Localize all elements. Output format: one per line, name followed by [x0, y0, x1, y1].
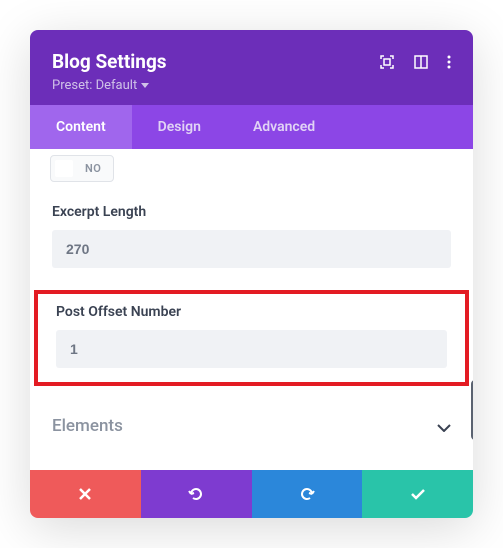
more-icon[interactable] — [447, 54, 451, 70]
undo-button[interactable] — [141, 470, 252, 518]
preset-selector[interactable]: Preset: Default — [52, 78, 149, 93]
toggle-switch[interactable]: NO — [50, 155, 114, 182]
post-offset-label: Post Offset Number — [56, 304, 451, 320]
tab-advanced[interactable]: Advanced — [227, 105, 341, 149]
tab-content[interactable]: Content — [30, 105, 132, 149]
tab-bar: Content Design Advanced — [30, 105, 473, 149]
redo-button[interactable] — [252, 470, 363, 518]
post-offset-input[interactable] — [56, 330, 447, 368]
chevron-down-icon — [437, 417, 451, 436]
excerpt-length-input[interactable] — [52, 230, 451, 268]
modal-title: Blog Settings — [52, 50, 167, 73]
toggle-label: NO — [85, 162, 101, 175]
excerpt-length-label: Excerpt Length — [52, 204, 451, 220]
header-actions — [379, 54, 451, 70]
modal-footer — [30, 470, 473, 518]
content-panel: NO Excerpt Length Post Offset Number Ele… — [30, 149, 473, 470]
preset-label: Preset: Default — [52, 78, 137, 93]
elements-section[interactable]: Elements — [52, 416, 451, 440]
highlighted-field: Post Offset Number — [34, 290, 469, 386]
excerpt-length-field: Excerpt Length — [52, 204, 451, 268]
cancel-button[interactable] — [30, 470, 141, 518]
panel-icon[interactable] — [413, 54, 429, 70]
save-button[interactable] — [362, 470, 473, 518]
scrollbar-thumb[interactable] — [471, 380, 473, 440]
modal-header: Blog Settings Preset: Default — [30, 30, 473, 105]
settings-modal: Blog Settings Preset: Default Content De… — [30, 30, 473, 518]
elements-section-title: Elements — [52, 416, 123, 436]
expand-icon[interactable] — [379, 54, 395, 70]
tab-design[interactable]: Design — [132, 105, 227, 149]
